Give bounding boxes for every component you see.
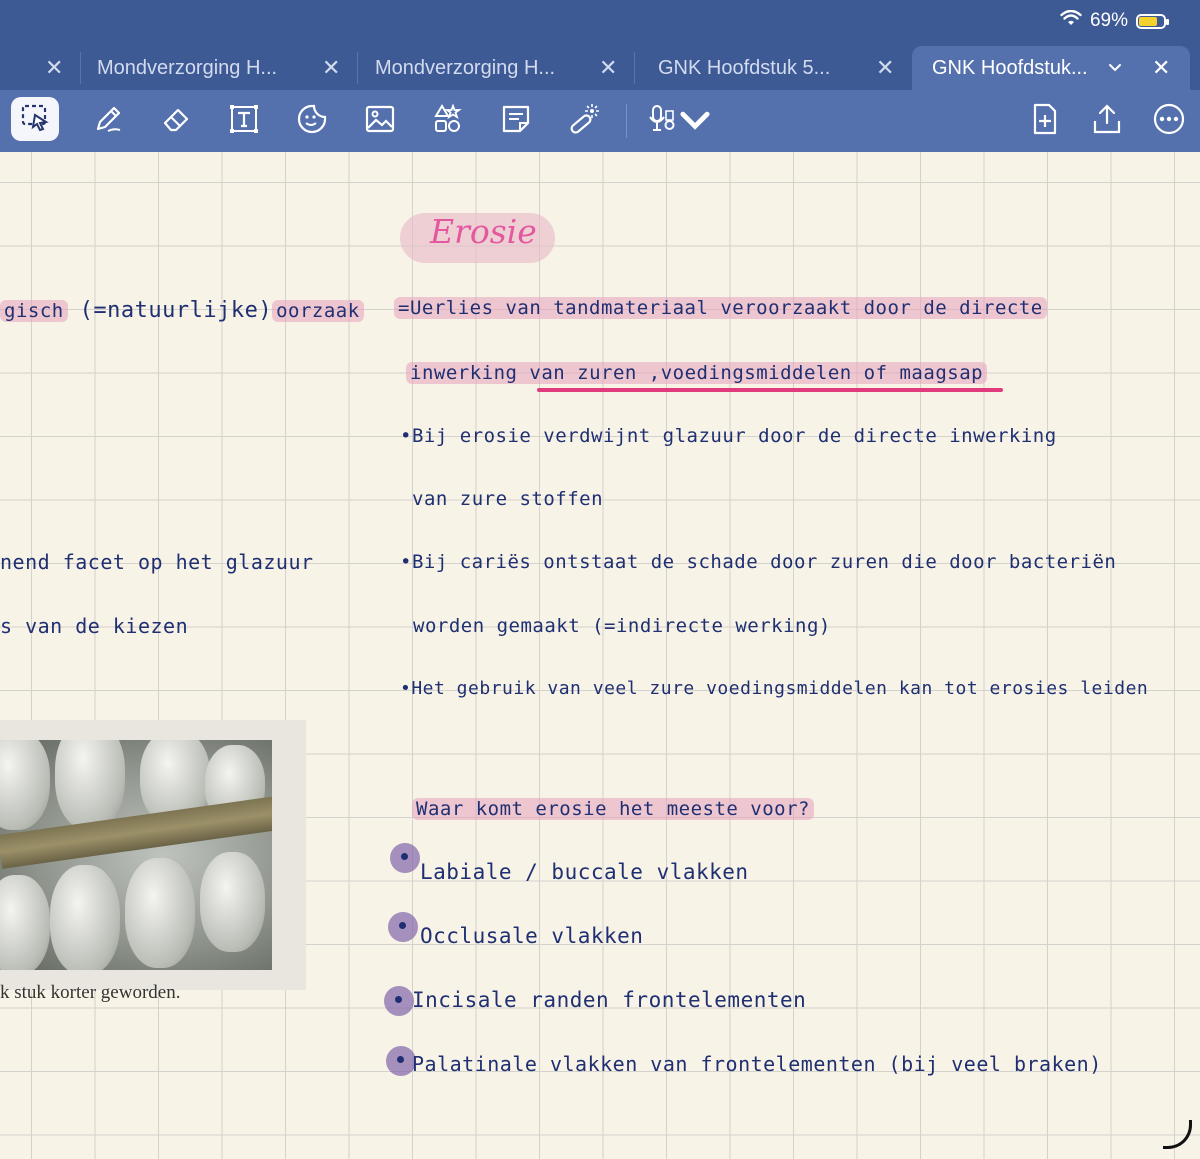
answer-1: Labiale / buccale vlakken [420,860,749,884]
close-icon[interactable]: ✕ [876,55,894,81]
sticker-button[interactable] [289,99,335,143]
battery-level [1139,16,1157,26]
tab-label: Mondverzorging H... [375,56,556,79]
audio-record-icon [646,102,680,140]
close-icon[interactable]: ✕ [45,55,63,81]
teeth-photo [0,740,272,970]
eraser-icon [159,102,193,140]
note-title: Erosie [430,212,537,251]
left-note-text: gisch [0,300,68,322]
bullet-1-line-1: •Bij erosie verdwijnt glazuur door de di… [400,425,1057,447]
lasso-select-button[interactable] [11,97,59,141]
laser-pointer-button[interactable] [561,99,607,143]
bullet-dot-icon [384,986,414,1016]
tab-label: Mondverzorging H... [97,56,278,79]
tab-gnk-hoofdstuk-active[interactable]: GNK Hoofdstuk... ✕ [912,46,1190,90]
app-header: 69% ✕ Mondverzorging H... ✕ Mondverzorgi… [0,0,1200,152]
left-note-line-1: gisch (=natuurlijke) oorzaak [0,298,364,323]
battery-percent: 69% [1089,10,1128,31]
tooth [125,858,195,968]
tab-gnk-hoofdstuk-5[interactable]: GNK Hoofdstuk 5... ✕ [634,46,910,90]
toolbar [0,90,1200,152]
tab-mondverzorging-1[interactable]: Mondverzorging H... ✕ [80,46,356,90]
left-note-text: (=natuurlijke) [79,298,273,323]
pasted-photo[interactable]: k stuk korter geworden. [0,720,306,1003]
add-page-button[interactable] [1022,99,1068,143]
tab-mondverzorging-2[interactable]: Mondverzorging H... ✕ [357,46,633,90]
pen-icon [91,102,125,140]
audio-record-button[interactable] [644,99,714,143]
lasso-select-icon [18,100,52,138]
close-icon[interactable]: ✕ [1152,55,1170,81]
battery-icon [1136,13,1169,29]
sticky-note-button[interactable] [493,99,539,143]
shapes-icon [431,102,465,140]
left-note-line-3: s van de kiezen [0,614,189,638]
tooth [0,875,50,970]
share-icon [1090,102,1124,140]
add-page-icon [1028,102,1062,140]
tab-label: GNK Hoofdstuk 5... [658,56,831,79]
toolbar-divider [626,104,627,138]
question-text: Waar komt erosie het meeste voor? [412,798,814,820]
share-button[interactable] [1084,99,1130,143]
pen-button[interactable] [85,99,131,143]
answer-2: Occlusale vlakken [420,924,644,948]
tab-bar: ✕ Mondverzorging H... ✕ Mondverzorging H… [0,46,1200,90]
bullet-dot-icon [390,843,420,873]
chevron-down-icon[interactable] [1108,57,1122,80]
sticky-note-icon [499,102,533,140]
bullet-2-line-1: •Bij cariës ontstaat de schade door zure… [400,551,1117,573]
chevron-down-icon [678,102,712,140]
tooth [55,740,125,830]
bullet-2-line-2: worden gemaakt (=indirecte werking) [413,615,831,637]
laser-pointer-icon [567,102,601,140]
tab-partial[interactable]: ✕ [0,46,80,90]
image-icon [363,102,397,140]
tooth [0,740,50,830]
more-icon [1152,102,1186,140]
tab-label: GNK Hoofdstuk... [932,56,1088,79]
question-line: Waar komt erosie het meeste voor? [412,798,814,820]
definition-text: inwerking van zuren ,voedingsmiddelen of… [406,362,988,384]
bullet-dot-icon [388,912,418,942]
text-box-icon [227,102,261,140]
more-button[interactable] [1146,99,1192,143]
bullet-1-line-2: van zure stoffen [412,488,604,510]
definition-underline [537,388,1003,392]
left-note-line-2: nend facet op het glazuur [0,550,314,574]
shapes-button[interactable] [425,99,471,143]
sticker-icon [295,102,329,140]
bullet-3-line-1: •Het gebruik van veel zure voedingsmidde… [400,678,1149,699]
close-icon[interactable]: ✕ [322,55,340,81]
tooth [50,865,120,970]
definition-line-2: inwerking van zuren ,voedingsmiddelen of… [406,362,988,384]
definition-line-1: =Uerlies van tandmateriaal veroorzaakt d… [394,297,1047,319]
tooth [200,852,265,952]
answer-4: Palatinale vlakken van frontelementen (b… [412,1052,1102,1076]
eraser-button[interactable] [153,99,199,143]
wifi-icon [1060,9,1082,32]
definition-text: =Uerlies van tandmateriaal veroorzaakt d… [394,297,1047,319]
image-button[interactable] [357,99,403,143]
left-note-text: oorzaak [272,300,364,322]
close-icon[interactable]: ✕ [599,55,617,81]
status-bar: 69% [1060,9,1169,32]
text-box-button[interactable] [221,99,267,143]
photo-caption: k stuk korter geworden. [0,982,181,1003]
answer-3: Incisale randen frontelementen [412,988,807,1012]
